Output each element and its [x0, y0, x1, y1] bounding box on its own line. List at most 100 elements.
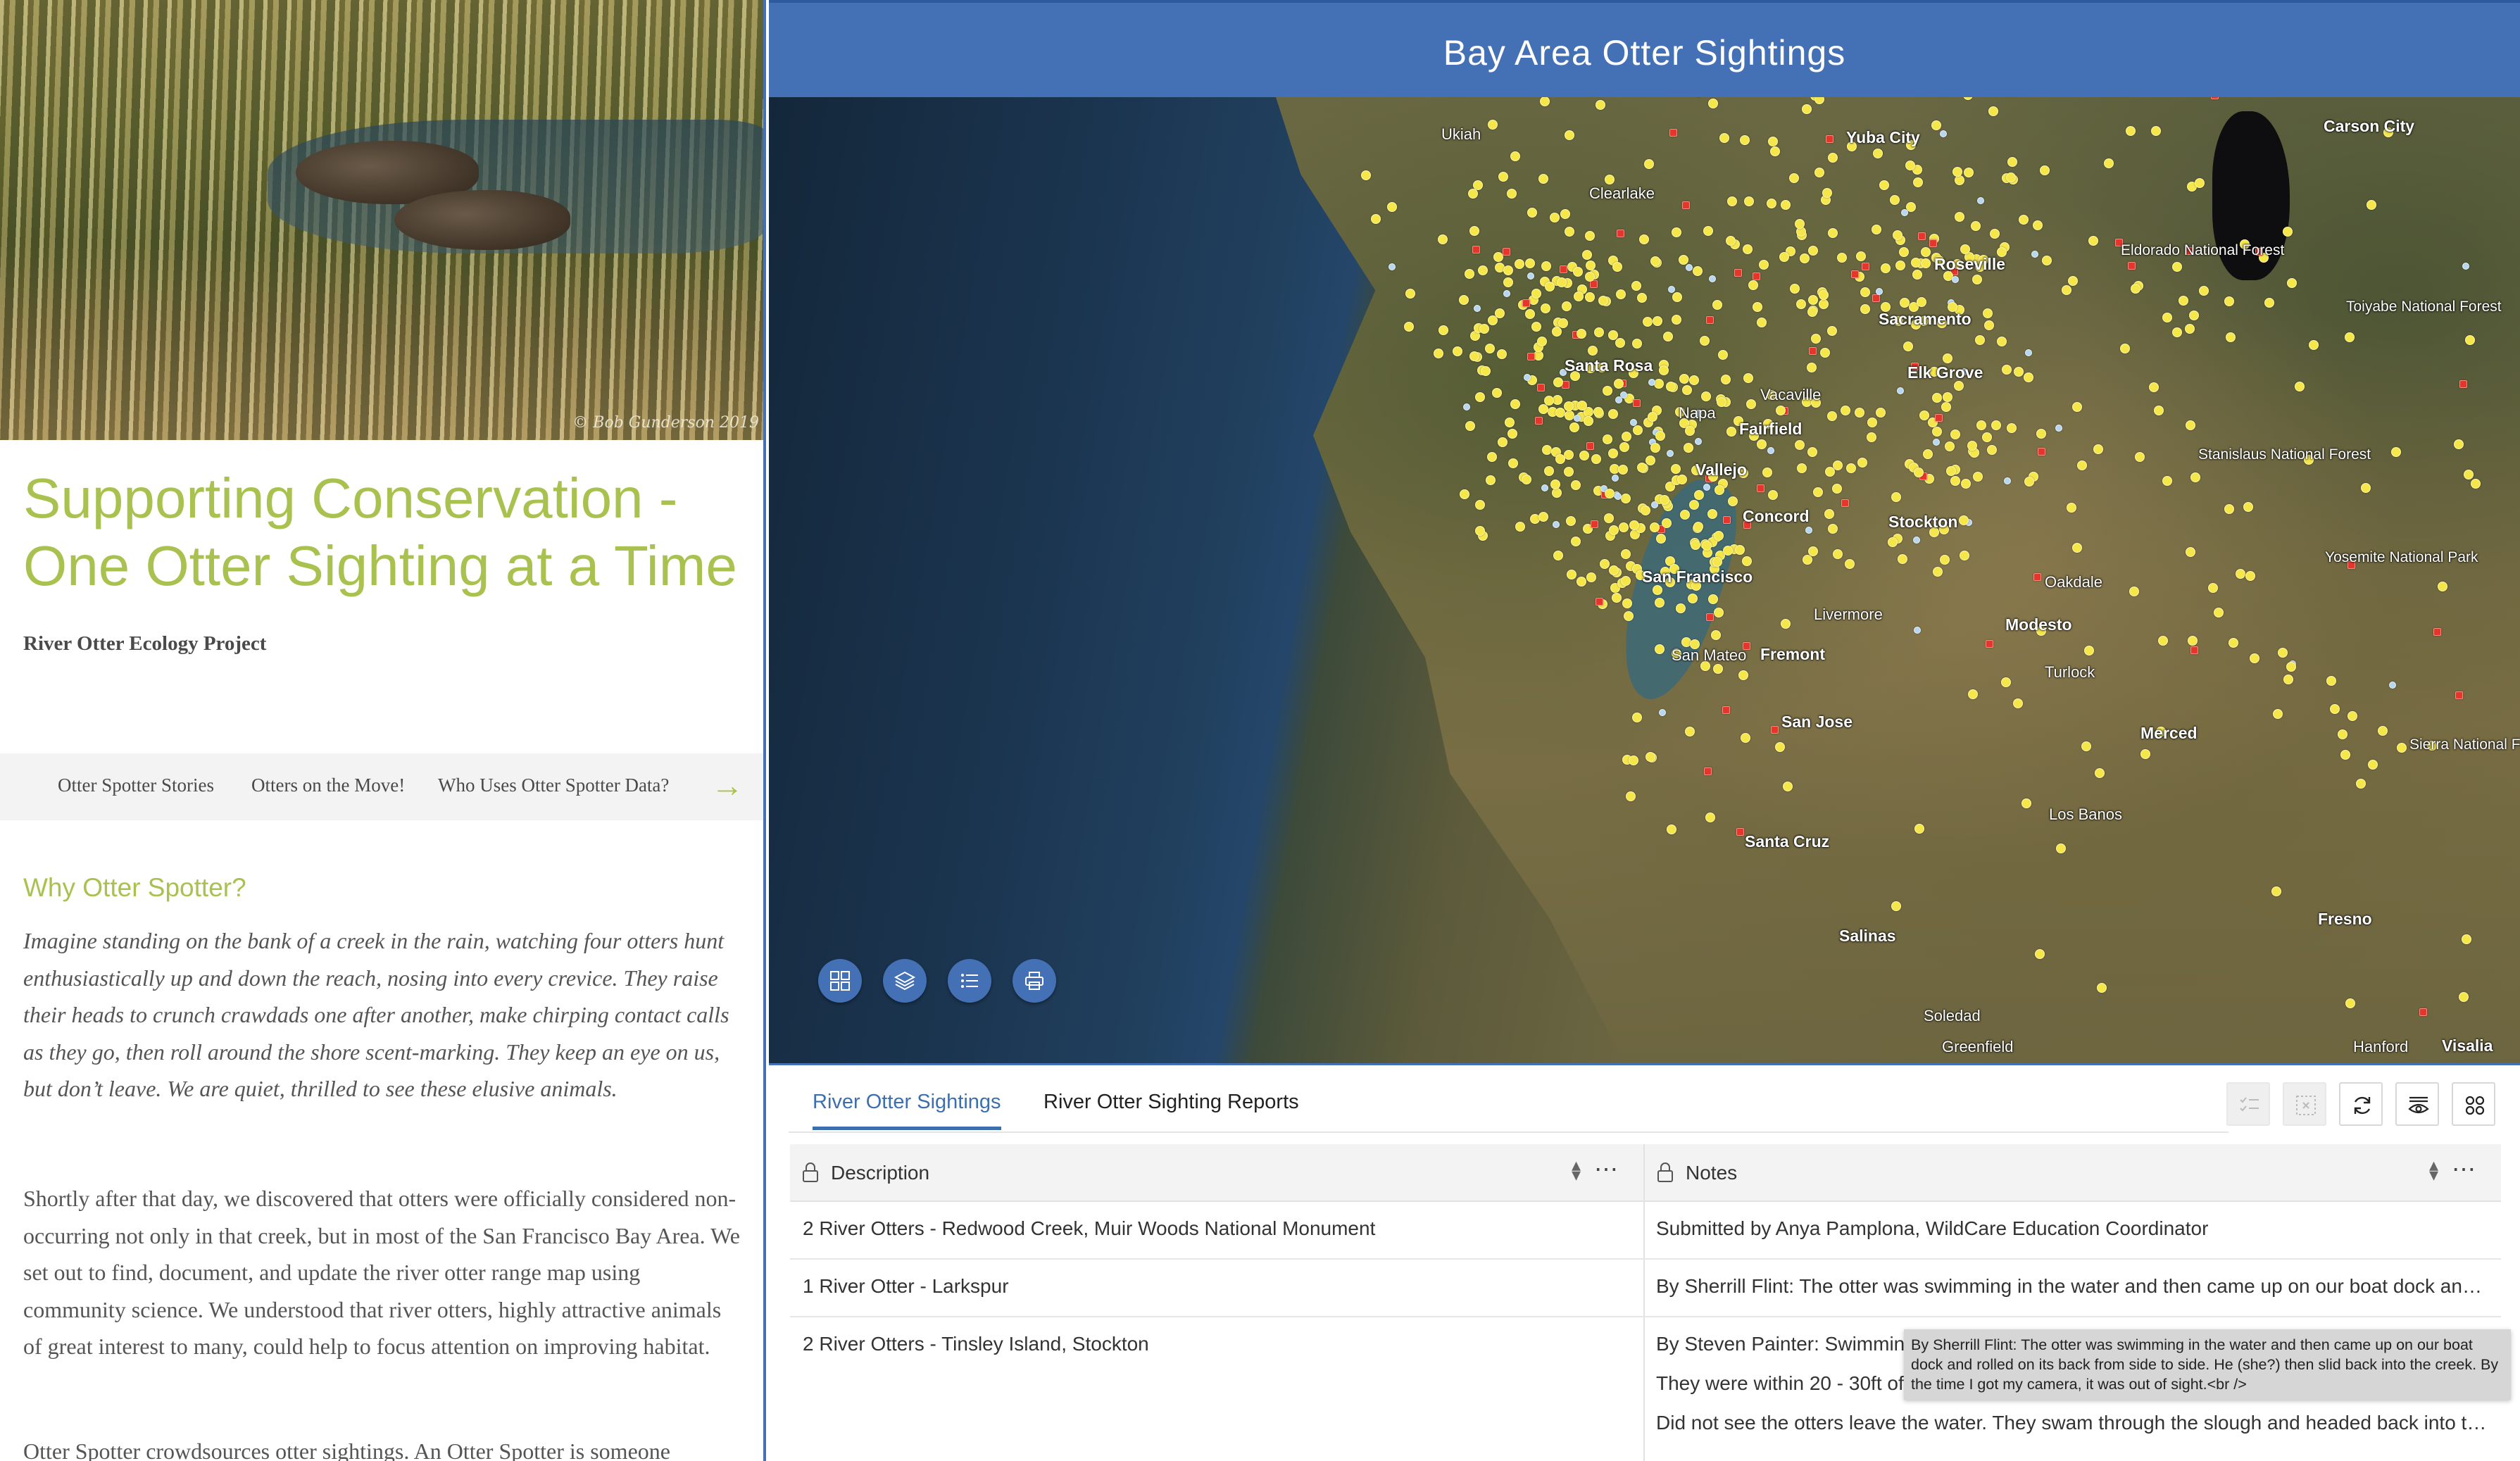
sighting-point[interactable] — [1656, 534, 1666, 544]
sighting-point[interactable] — [1891, 492, 1901, 502]
sighting-point[interactable] — [2055, 425, 2062, 432]
sighting-point[interactable] — [1507, 429, 1517, 439]
sighting-point[interactable] — [1586, 442, 1594, 450]
sighting-point[interactable] — [1574, 291, 1584, 301]
sighting-point[interactable] — [1723, 516, 1731, 524]
sighting-point[interactable] — [1753, 302, 1762, 312]
sighting-point[interactable] — [1608, 330, 1618, 340]
sighting-point[interactable] — [2140, 749, 2150, 759]
sighting-point[interactable] — [1479, 324, 1489, 334]
sighting-point[interactable] — [1632, 339, 1642, 349]
sighting-point[interactable] — [1475, 526, 1485, 536]
sighting-point[interactable] — [1679, 255, 1688, 265]
sighting-point[interactable] — [1524, 374, 1531, 381]
sighting-point[interactable] — [1564, 450, 1574, 460]
sighting-point[interactable] — [1943, 353, 1952, 363]
sighting-point[interactable] — [1952, 167, 1962, 177]
sighting-point[interactable] — [1525, 309, 1535, 319]
sighting-point[interactable] — [2007, 157, 2017, 167]
sighting-point[interactable] — [2250, 653, 2259, 663]
sighting-point[interactable] — [2031, 251, 2038, 258]
sighting-point[interactable] — [1712, 557, 1722, 567]
sighting-point[interactable] — [2024, 372, 2033, 382]
sighting-point[interactable] — [1997, 337, 2007, 346]
sighting-point[interactable] — [1361, 170, 1371, 180]
sighting-point[interactable] — [2126, 126, 2136, 136]
sighting-point[interactable] — [1987, 445, 1997, 455]
sighting-point[interactable] — [1465, 269, 1474, 279]
sighting-point[interactable] — [1478, 265, 1488, 275]
sighting-point[interactable] — [1624, 611, 1634, 621]
sighting-point[interactable] — [1503, 277, 1513, 287]
sighting-point[interactable] — [2345, 332, 2355, 342]
sighting-point[interactable] — [1485, 344, 1495, 353]
sighting-point[interactable] — [1771, 726, 1779, 734]
sighting-point[interactable] — [1856, 251, 1866, 261]
sighting-point[interactable] — [1759, 260, 1769, 270]
sighting-point[interactable] — [1779, 252, 1789, 262]
sighting-point[interactable] — [1984, 320, 1994, 330]
sighting-point[interactable] — [1582, 250, 1592, 260]
sighting-point[interactable] — [1931, 120, 1941, 130]
sighting-point[interactable] — [1498, 172, 1508, 182]
sighting-point[interactable] — [1905, 161, 1915, 170]
sighting-point[interactable] — [1775, 742, 1785, 752]
sighting-point[interactable] — [1803, 555, 1812, 565]
filter-view-button[interactable] — [2395, 1082, 2439, 1126]
sighting-point[interactable] — [2033, 573, 2041, 581]
sighting-point[interactable] — [1921, 247, 1931, 257]
sighting-point[interactable] — [1899, 247, 1909, 257]
sighting-point[interactable] — [1553, 521, 1560, 528]
sighting-point[interactable] — [1603, 434, 1612, 444]
select-all-button[interactable] — [2226, 1082, 2270, 1126]
sighting-point[interactable] — [1900, 298, 1910, 308]
sighting-point[interactable] — [1796, 299, 1806, 309]
sighting-point[interactable] — [2002, 365, 2012, 375]
sighting-point[interactable] — [1748, 280, 1758, 290]
sighting-point[interactable] — [2464, 470, 2474, 479]
sighting-point[interactable] — [2208, 583, 2218, 593]
sighting-point[interactable] — [1888, 537, 1898, 547]
sighting-point[interactable] — [1588, 346, 1598, 356]
sighting-point[interactable] — [1876, 288, 1883, 295]
sighting-point[interactable] — [1569, 422, 1579, 432]
sighting-point[interactable] — [2278, 648, 2288, 658]
sighting-point[interactable] — [1770, 146, 1780, 156]
sighting-point[interactable] — [2019, 215, 2029, 225]
sighting-point[interactable] — [1660, 495, 1669, 505]
sighting-point[interactable] — [1960, 244, 1970, 254]
sighting-point[interactable] — [1693, 266, 1703, 276]
sighting-point[interactable] — [2077, 460, 2087, 470]
sighting-point[interactable] — [1503, 265, 1513, 275]
sighting-point[interactable] — [1527, 353, 1535, 360]
sighting-point[interactable] — [2042, 256, 2052, 265]
sighting-point[interactable] — [1738, 670, 1748, 680]
sighting-point[interactable] — [1682, 201, 1690, 209]
sighting-point[interactable] — [1867, 418, 1877, 427]
sighting-point[interactable] — [1459, 295, 1469, 305]
sort-arrows-icon[interactable]: ▴ ▾ — [2429, 1155, 2438, 1184]
sighting-point[interactable] — [1795, 440, 1805, 450]
sighting-point[interactable] — [1534, 351, 1543, 360]
sighting-point[interactable] — [1721, 375, 1731, 384]
sighting-point[interactable] — [1603, 386, 1612, 396]
sighting-point[interactable] — [2188, 636, 2198, 646]
sighting-point[interactable] — [2454, 439, 2464, 449]
sighting-point[interactable] — [1633, 425, 1643, 435]
sighting-point[interactable] — [1503, 290, 1510, 297]
sighting-point[interactable] — [1630, 419, 1637, 426]
sighting-point[interactable] — [1605, 175, 1615, 184]
sighting-point[interactable] — [1808, 295, 1818, 305]
sighting-point[interactable] — [1797, 463, 1807, 473]
sighting-point[interactable] — [1591, 454, 1601, 464]
sighting-point[interactable] — [1744, 196, 1754, 206]
sort-arrows-icon[interactable]: ▴ ▾ — [1572, 1155, 1581, 1184]
sighting-point[interactable] — [1537, 337, 1547, 346]
sighting-point[interactable] — [1807, 447, 1817, 457]
sighting-point[interactable] — [2367, 200, 2376, 210]
nav-link-otters-on-the-move[interactable]: Otters on the Move! — [251, 775, 405, 796]
sighting-point[interactable] — [1828, 153, 1838, 163]
sighting-point[interactable] — [1622, 598, 1632, 608]
sighting-point[interactable] — [1631, 281, 1641, 291]
sighting-point[interactable] — [1857, 458, 1867, 468]
